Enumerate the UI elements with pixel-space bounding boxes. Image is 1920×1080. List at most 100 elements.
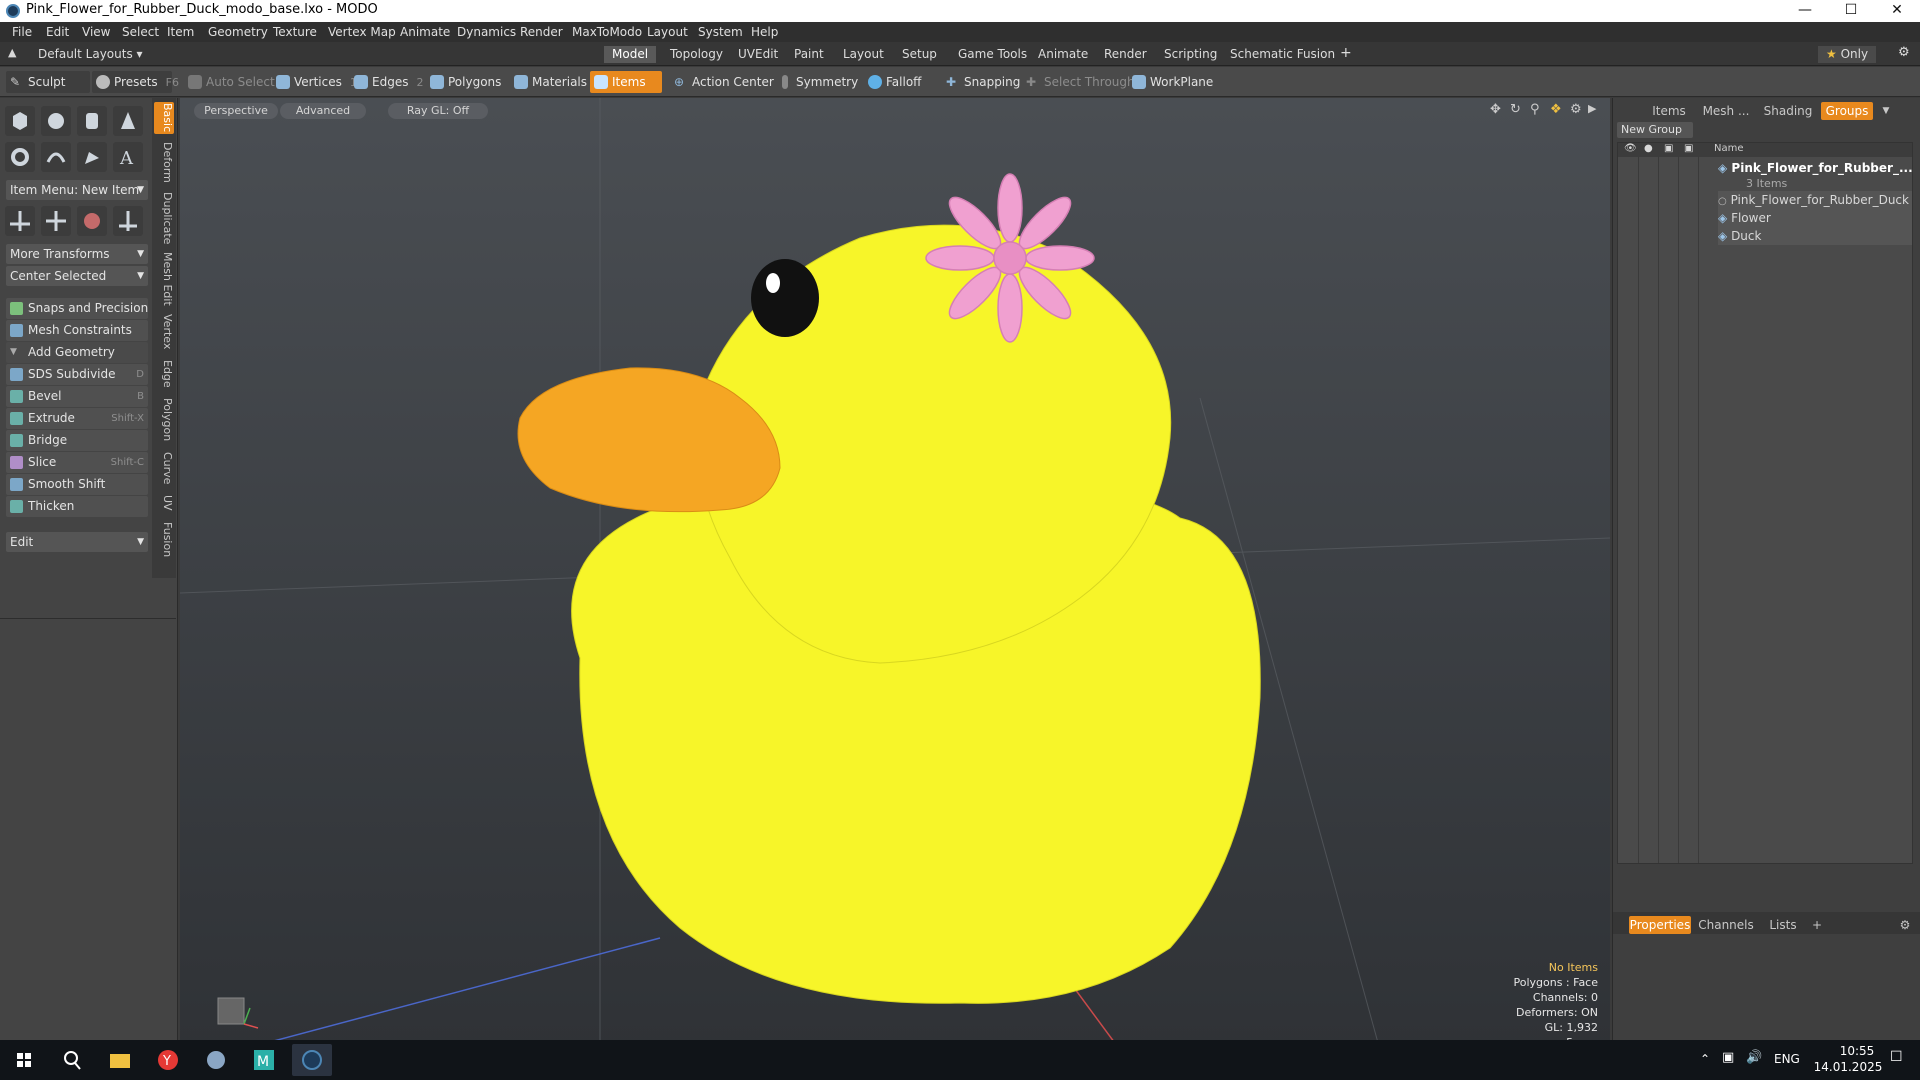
- clock-time[interactable]: 10:55: [1822, 1044, 1892, 1058]
- transform-icon[interactable]: [77, 206, 107, 236]
- vtab-polygon[interactable]: Polygon: [154, 396, 174, 444]
- sphere-icon[interactable]: [41, 106, 71, 136]
- snapping-button[interactable]: ✚ Snapping: [942, 71, 1020, 93]
- item-menu-dropdown[interactable]: Item Menu: New Item ▼: [6, 180, 148, 200]
- menu-file[interactable]: File: [12, 25, 32, 39]
- materials-button[interactable]: Materials: [510, 71, 587, 93]
- tab-render[interactable]: Render: [1096, 46, 1155, 63]
- tab-items[interactable]: Items: [1647, 102, 1691, 120]
- bevel-button[interactable]: Bevel B: [6, 386, 148, 407]
- start-button[interactable]: [4, 1044, 44, 1076]
- auto-select-button[interactable]: Auto Select: [184, 71, 275, 93]
- tab-channels[interactable]: Channels: [1697, 916, 1755, 934]
- tab-scripting[interactable]: Scripting: [1156, 46, 1225, 63]
- pen-icon[interactable]: [77, 142, 107, 172]
- clock-date[interactable]: 14.01.2025: [1808, 1060, 1888, 1074]
- minimize-button[interactable]: —: [1782, 0, 1828, 22]
- move-icon[interactable]: [5, 206, 35, 236]
- more-transforms-dropdown[interactable]: More Transforms ▼: [6, 244, 148, 264]
- add-tab-button[interactable]: +: [1809, 916, 1825, 934]
- menu-render[interactable]: Render: [520, 25, 563, 39]
- polygons-button[interactable]: Polygons: [426, 71, 501, 93]
- vtab-mesh-edit[interactable]: Mesh Edit: [154, 252, 174, 306]
- menu-system[interactable]: System: [698, 25, 743, 39]
- edit-dropdown[interactable]: Edit ▼: [6, 532, 148, 552]
- tab-paint[interactable]: Paint: [786, 46, 832, 63]
- layout-selector[interactable]: Default Layouts ▾: [30, 46, 151, 63]
- center-selected-dropdown[interactable]: Center Selected ▼: [6, 266, 148, 286]
- tray-chevron-icon[interactable]: ⌃: [1700, 1052, 1710, 1066]
- gear-icon[interactable]: ⚙: [1890, 44, 1918, 61]
- maximize-button[interactable]: ☐: [1828, 0, 1874, 22]
- tab-properties[interactable]: Properties: [1629, 916, 1691, 934]
- vertices-button[interactable]: Vertices1: [272, 71, 357, 93]
- volume-icon[interactable]: 🔊: [1746, 1050, 1762, 1065]
- notification-icon[interactable]: ☐: [1890, 1049, 1903, 1065]
- tab-lists[interactable]: Lists: [1761, 916, 1805, 934]
- cube-icon[interactable]: [5, 106, 35, 136]
- extrude-button[interactable]: Extrude Shift-X: [6, 408, 148, 429]
- tab-model[interactable]: Model: [604, 46, 657, 63]
- falloff-button[interactable]: Falloff: [864, 71, 921, 93]
- tab-groups[interactable]: Groups: [1821, 102, 1873, 120]
- tabs-menu-icon[interactable]: ▼: [1879, 102, 1893, 120]
- search-icon[interactable]: [52, 1044, 92, 1076]
- tab-animate[interactable]: Animate: [1030, 46, 1096, 63]
- tab-game-tools[interactable]: Game Tools: [950, 46, 1035, 63]
- vtab-duplicate[interactable]: Duplicate: [154, 190, 174, 246]
- menu-view[interactable]: View: [82, 25, 110, 39]
- file-explorer-icon[interactable]: [100, 1044, 140, 1076]
- vtab-edge[interactable]: Edge: [154, 358, 174, 390]
- vtab-uv[interactable]: UV: [154, 492, 174, 514]
- mesh-constraints-button[interactable]: Mesh Constraints: [6, 320, 148, 341]
- cylinder-icon[interactable]: [77, 106, 107, 136]
- collapse-icon[interactable]: ▲: [8, 46, 16, 59]
- close-button[interactable]: ✕: [1874, 0, 1920, 22]
- only-toggle[interactable]: ★ Only: [1818, 46, 1877, 63]
- menu-layout[interactable]: Layout: [647, 25, 688, 39]
- torus-icon[interactable]: [5, 142, 35, 172]
- smooth-shift-button[interactable]: Smooth Shift: [6, 474, 148, 495]
- action-center-button[interactable]: ⊕ Action Center: [670, 71, 774, 93]
- tab-shading[interactable]: Shading: [1759, 102, 1817, 120]
- new-group-button[interactable]: New Group: [1617, 122, 1693, 138]
- items-button[interactable]: Items: [590, 71, 662, 93]
- spline-icon[interactable]: [41, 142, 71, 172]
- list-item[interactable]: ○ Pink_Flower_for_Rubber_Duck: [1718, 191, 1912, 209]
- menu-item[interactable]: Item: [167, 25, 194, 39]
- tab-uvedit[interactable]: UVEdit: [730, 46, 786, 63]
- list-item[interactable]: ◈ Flower: [1718, 209, 1912, 227]
- menu-geometry[interactable]: Geometry: [208, 25, 268, 39]
- snaps-precision-button[interactable]: Snaps and Precision: [6, 298, 148, 319]
- symmetry-button[interactable]: Symmetry: [774, 71, 858, 93]
- tab-setup[interactable]: Setup: [894, 46, 945, 63]
- vtab-basic[interactable]: Basic: [154, 102, 174, 134]
- menu-dynamics[interactable]: Dynamics: [457, 25, 516, 39]
- modo-taskbar-icon[interactable]: [292, 1044, 332, 1076]
- cone-icon[interactable]: [113, 106, 143, 136]
- sculpt-button[interactable]: ✎ Sculpt: [6, 71, 90, 93]
- vtab-vertex[interactable]: Vertex: [154, 312, 174, 352]
- rotate-icon[interactable]: [41, 206, 71, 236]
- menu-texture[interactable]: Texture: [273, 25, 317, 39]
- app-icon[interactable]: [196, 1044, 236, 1076]
- menu-help[interactable]: Help: [751, 25, 778, 39]
- menu-animate[interactable]: Animate: [400, 25, 450, 39]
- sds-subdivide-button[interactable]: SDS Subdivide D: [6, 364, 148, 385]
- select-through-button[interactable]: ✚ Select Through: [1022, 71, 1135, 93]
- add-geometry-header[interactable]: ▼ Add Geometry: [6, 342, 148, 363]
- vtab-fusion[interactable]: Fusion: [154, 520, 174, 560]
- yandex-browser-icon[interactable]: Y: [148, 1044, 188, 1076]
- bridge-button[interactable]: Bridge: [6, 430, 148, 451]
- menu-select[interactable]: Select: [122, 25, 159, 39]
- vtab-deform[interactable]: Deform: [154, 140, 174, 184]
- maxtomodo-icon[interactable]: M: [244, 1044, 284, 1076]
- slice-button[interactable]: Slice Shift-C: [6, 452, 148, 473]
- text-icon[interactable]: A: [113, 142, 143, 172]
- tab-mesh[interactable]: Mesh ...: [1697, 102, 1755, 120]
- thicken-button[interactable]: Thicken: [6, 496, 148, 517]
- scale-icon[interactable]: [113, 206, 143, 236]
- vtab-curve[interactable]: Curve: [154, 450, 174, 486]
- network-icon[interactable]: ▣: [1722, 1050, 1734, 1065]
- add-tab-button[interactable]: +: [1332, 44, 1360, 61]
